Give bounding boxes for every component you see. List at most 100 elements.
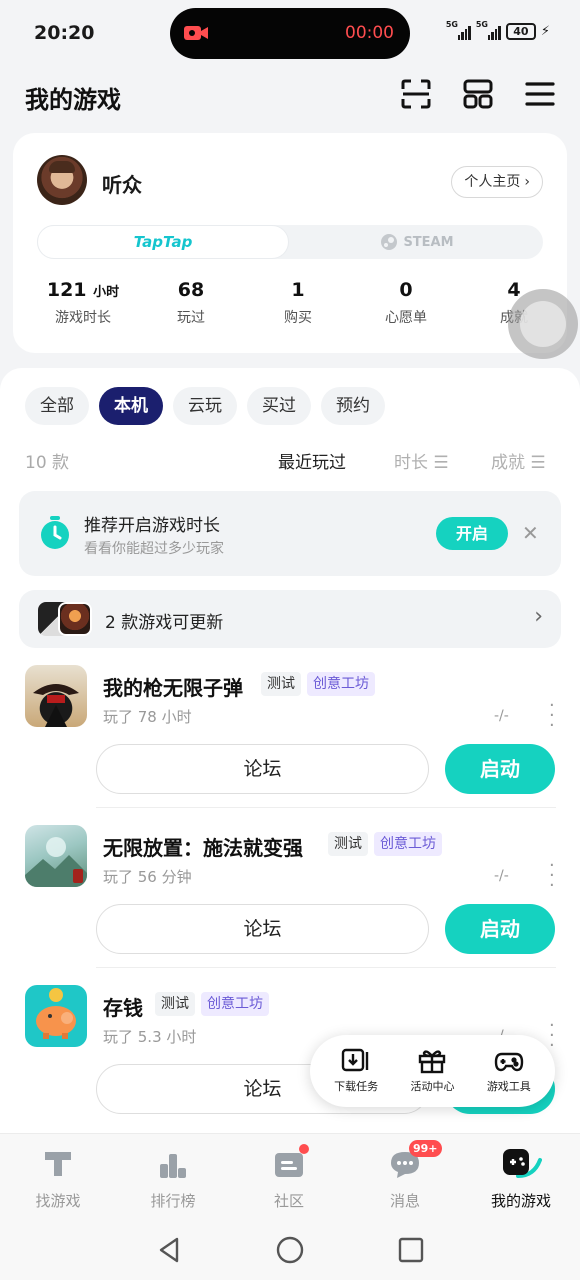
game-tags: 测试 创意工坊 [155, 992, 269, 1016]
gift-icon [419, 1050, 446, 1074]
menu-icon[interactable] [522, 76, 558, 112]
screen-record-pill[interactable]: 00:00 [170, 8, 410, 59]
status-time: 20:20 [34, 22, 95, 44]
game-item: 无限放置：施法就变强 测试 创意工坊 玩了 56 分钟 -/- · · · 论坛 启… [0, 825, 580, 985]
status-indicators: 5G 5G 40 ⚡ [446, 20, 550, 40]
tag-workshop: 创意工坊 [374, 832, 442, 856]
tab-my-games[interactable]: 我的游戏 [471, 1144, 571, 1211]
update-text: 2 款游戏可更新 [105, 613, 224, 633]
sort-duration[interactable]: 时长 ☰ [394, 448, 449, 473]
divider [96, 967, 556, 968]
filter-cloud[interactable]: 云玩 [173, 387, 237, 425]
tag-workshop: 创意工坊 [307, 672, 375, 696]
game-icon[interactable] [25, 665, 87, 727]
enable-button[interactable]: 开启 [436, 517, 508, 550]
stat-value: 68 [177, 279, 205, 301]
download-icon [341, 1048, 369, 1072]
home-icon[interactable] [275, 1235, 305, 1265]
download-tasks-button[interactable]: 下载任务 [322, 1048, 390, 1094]
avatar[interactable] [37, 155, 87, 205]
video-record-icon [184, 26, 208, 40]
filter-chips: 全部 本机 云玩 买过 预约 [25, 387, 385, 425]
game-tags: 测试 创意工坊 [328, 832, 442, 856]
update-notice[interactable]: 2 款游戏可更新 › [19, 590, 561, 648]
more-options-icon[interactable]: · · · [549, 1017, 555, 1055]
game-name[interactable]: 存钱 [103, 992, 143, 1021]
game-name[interactable]: 我的枪无限子弹 [103, 672, 243, 701]
game-icon[interactable] [25, 825, 87, 887]
my-games-icon [503, 1149, 542, 1178]
tab-rankings[interactable]: 排行榜 [123, 1144, 223, 1211]
homepage-button[interactable]: 个人主页 › [451, 166, 543, 198]
battery-icon: 40 [505, 22, 536, 40]
quick-menu-label: 下载任务 [334, 1080, 379, 1093]
forum-button[interactable]: 论坛 [96, 904, 429, 954]
tab-label: 我的游戏 [490, 1192, 551, 1210]
game-item: 我的枪无限子弹 测试 创意工坊 玩了 78 小时 -/- · · · 论坛 启动 [0, 665, 580, 825]
tab-steam[interactable]: STEAM [291, 225, 543, 259]
filter-bought[interactable]: 买过 [247, 387, 311, 425]
stat-value: 121 [46, 279, 87, 301]
steam-icon [381, 234, 398, 250]
launch-button[interactable]: 启动 [445, 744, 555, 794]
ranking-icon [160, 1154, 186, 1178]
status-bar: 20:20 00:00 5G 5G 40 ⚡ [0, 0, 580, 66]
launch-button[interactable]: 启动 [445, 904, 555, 954]
stat-label: 心愿单 [385, 310, 427, 326]
record-timer: 00:00 [345, 23, 394, 43]
tab-taptap[interactable]: TapTap [37, 225, 289, 259]
play-time: 玩了 56 分钟 [103, 868, 192, 886]
stat-value: 1 [291, 279, 305, 301]
layout-grid-icon[interactable] [460, 76, 496, 112]
play-time: 玩了 78 小时 [103, 708, 192, 726]
more-options-icon[interactable]: · · · [549, 697, 555, 735]
header-actions [398, 76, 558, 112]
sort-achievement[interactable]: 成就 ☰ [491, 448, 546, 473]
taptap-logo-icon [45, 1152, 71, 1176]
game-score: -/- [494, 868, 509, 884]
signal-icon: 5G [476, 20, 501, 40]
tab-community[interactable]: 社区 [239, 1144, 339, 1211]
stat-purchased[interactable]: 1 购买 [244, 279, 352, 327]
close-icon[interactable]: ✕ [522, 521, 539, 545]
stat-played[interactable]: 68 玩过 [137, 279, 245, 327]
stat-play-time[interactable]: 121 小时 游戏时长 [29, 279, 137, 327]
stat-label: 购买 [284, 310, 312, 326]
profile-card: 听众 个人主页 › TapTap STEAM 121 小时 游戏时长 68 玩过… [13, 133, 567, 353]
game-count: 10 款 [25, 453, 70, 473]
bottom-tab-bar: 找游戏 排行榜 社区 99+ 消息 我的游戏 [0, 1133, 580, 1221]
forum-button[interactable]: 论坛 [96, 744, 429, 794]
filter-all[interactable]: 全部 [25, 387, 89, 425]
sort-recent[interactable]: 最近玩过 [278, 448, 346, 473]
back-icon[interactable] [155, 1235, 185, 1265]
game-list-panel: 全部 本机 云玩 买过 预约 10 款 最近玩过 时长 ☰ 成就 ☰ 推荐开启游… [0, 368, 580, 1148]
stats-row: 121 小时 游戏时长 68 玩过 1 购买 0 心愿单 4 成就 [13, 279, 567, 329]
stat-unit: 小时 [93, 285, 120, 300]
floating-assistive-ball[interactable] [508, 289, 578, 359]
tab-label: 消息 [389, 1192, 420, 1210]
tab-messages[interactable]: 99+ 消息 [355, 1140, 455, 1211]
divider [96, 807, 556, 808]
chevron-right-icon: › [524, 174, 530, 190]
stat-wishlist[interactable]: 0 心愿单 [352, 279, 460, 327]
chevron-right-icon: › [534, 604, 543, 629]
page-title: 我的游戏 [25, 86, 121, 114]
filter-reserved[interactable]: 预约 [321, 387, 385, 425]
filter-local[interactable]: 本机 [99, 387, 163, 425]
game-tools-button[interactable]: 游戏工具 [475, 1048, 543, 1094]
message-badge: 99+ [409, 1140, 442, 1157]
scan-icon[interactable] [398, 76, 434, 112]
steam-label: STEAM [403, 234, 454, 250]
tag-test: 测试 [155, 992, 195, 1016]
platform-switch: TapTap STEAM [37, 225, 543, 259]
quick-menu-label: 游戏工具 [486, 1080, 531, 1093]
game-icon[interactable] [25, 985, 87, 1047]
game-name[interactable]: 无限放置：施法就变强 [103, 832, 303, 861]
recents-icon[interactable] [396, 1235, 426, 1265]
tab-label: 找游戏 [35, 1192, 81, 1210]
recommend-subtitle: 看看你能超过多少玩家 [84, 541, 224, 557]
tag-workshop: 创意工坊 [201, 992, 269, 1016]
activity-center-button[interactable]: 活动中心 [398, 1048, 466, 1094]
more-options-icon[interactable]: · · · [549, 857, 555, 895]
tab-find-games[interactable]: 找游戏 [8, 1144, 108, 1211]
